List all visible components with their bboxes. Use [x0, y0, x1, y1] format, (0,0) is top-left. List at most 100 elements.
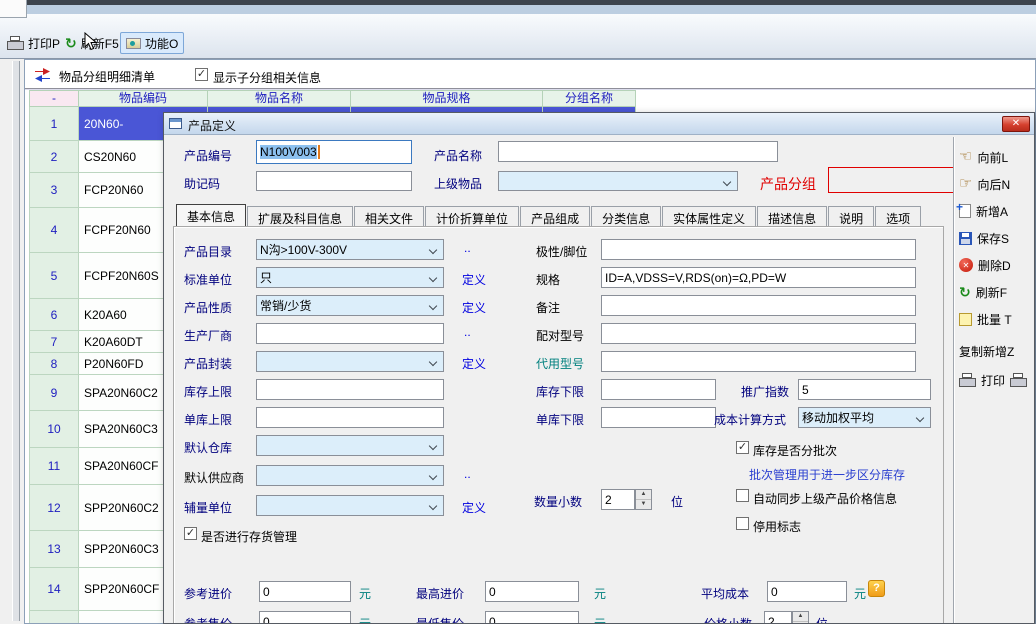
qty-decimal-stepper[interactable]: ▲ ▼	[635, 489, 652, 510]
product-code-input[interactable]: N100V003	[256, 140, 412, 164]
parent-item-combobox[interactable]	[498, 171, 738, 191]
nav-prev-button[interactable]: ☜ 向前L	[959, 148, 1008, 166]
nature-define-link[interactable]: 定义	[462, 299, 486, 316]
manufacturer-input[interactable]	[256, 323, 444, 344]
bin-upper-input[interactable]	[256, 407, 444, 428]
main-toolbar: 打印P ↻ 刷新F5 功能O	[0, 14, 1036, 59]
row-index: 8	[29, 353, 79, 375]
cost-method-combobox[interactable]: 移动加权平均	[798, 407, 931, 428]
batch-stock-checkbox[interactable]: ✓	[736, 441, 749, 454]
stock-lower-input[interactable]	[601, 379, 716, 400]
product-name-input[interactable]	[498, 141, 778, 162]
function-button-label: 功能O	[145, 35, 178, 52]
package-define-link[interactable]: 定义	[462, 355, 486, 372]
show-subgroup-checkbox[interactable]: ✓	[195, 68, 208, 81]
close-icon[interactable]: ✕	[1002, 116, 1030, 132]
delete-button[interactable]: ✕ 删除D	[959, 256, 1011, 274]
function-icon	[126, 38, 141, 49]
copy-add-button[interactable]: 复制新增Z	[959, 342, 1014, 360]
price-decimal-stepper[interactable]: ▲ ▼	[792, 611, 809, 624]
qty-decimal-input[interactable]: 2	[601, 489, 635, 510]
inventory-mgmt-checkbox[interactable]: ✓	[184, 527, 197, 540]
package-combobox[interactable]	[256, 351, 444, 372]
spin-down-icon[interactable]: ▼	[636, 500, 651, 509]
default-warehouse-label: 默认仓库	[184, 439, 232, 456]
polarity-input[interactable]	[601, 239, 916, 260]
tab-description[interactable]: 描述信息	[757, 206, 827, 227]
max-purchase-input[interactable]: 0	[485, 581, 579, 602]
stock-upper-input[interactable]	[256, 379, 444, 400]
yuan-unit: 元	[359, 615, 371, 624]
nav-next-button[interactable]: ☞ 向后N	[959, 175, 1010, 193]
new-page-icon: +	[959, 204, 971, 218]
tab-basic-info[interactable]: 基本信息	[176, 204, 246, 227]
remark-input[interactable]	[601, 295, 916, 316]
chevron-down-icon	[429, 442, 437, 450]
tab-notes[interactable]: 说明	[828, 206, 874, 227]
mouse-cursor	[84, 32, 97, 51]
aux-unit-define-link[interactable]: 定义	[462, 499, 486, 516]
print-button-label: 打印P	[28, 35, 60, 52]
col-header-index[interactable]: -	[29, 90, 79, 107]
product-group-box[interactable]	[828, 167, 954, 193]
price-decimal-input[interactable]: 2	[764, 611, 792, 624]
col-header-code[interactable]: 物品编码	[79, 90, 208, 107]
left-splitter-rail[interactable]	[0, 59, 24, 624]
batch-button[interactable]: 批量 T	[959, 310, 1012, 328]
tab-related-files[interactable]: 相关文件	[354, 206, 424, 227]
row-index: 10	[29, 411, 79, 448]
tab-pricing-unit[interactable]: 计价折算单位	[425, 206, 519, 227]
add-button[interactable]: + 新增A	[959, 202, 1008, 220]
dialog-title-bar[interactable]: 产品定义 ✕	[164, 113, 1034, 135]
spin-up-icon[interactable]: ▲	[636, 490, 651, 500]
tab-classification[interactable]: 分类信息	[591, 206, 661, 227]
promo-index-input[interactable]: 5	[798, 379, 931, 400]
auto-sync-checkbox[interactable]	[736, 489, 749, 502]
bin-lower-input[interactable]	[601, 407, 716, 428]
window-top-strip	[0, 0, 1036, 14]
col-header-group[interactable]: 分组名称	[543, 90, 636, 107]
standard-unit-combobox[interactable]: 只	[256, 267, 444, 288]
manufacturer-label: 生产厂商	[184, 327, 232, 344]
col-header-spec[interactable]: 物品规格	[351, 90, 543, 107]
tab-composition[interactable]: 产品组成	[520, 206, 590, 227]
tab-entity-attributes[interactable]: 实体属性定义	[662, 206, 756, 227]
catalog-combobox[interactable]: N沟>100V-300V	[256, 239, 444, 260]
unit-define-link[interactable]: 定义	[462, 271, 486, 288]
avg-cost-input[interactable]: 0	[767, 581, 847, 602]
nature-combobox[interactable]: 常销/少货	[256, 295, 444, 316]
standard-unit-label: 标准单位	[184, 271, 232, 288]
print-button[interactable]: 打印P	[2, 32, 65, 54]
default-warehouse-combobox[interactable]	[256, 435, 444, 456]
save-button[interactable]: 保存S	[959, 229, 1009, 247]
printer-icon	[7, 36, 24, 50]
default-supplier-combobox[interactable]	[256, 465, 444, 486]
col-header-name[interactable]: 物品名称	[208, 90, 351, 107]
refresh-record-button[interactable]: ↻ 刷新F	[959, 283, 1007, 301]
row-index: 14	[29, 568, 79, 611]
spec-input[interactable]: ID=A,VDSS=V,RDS(on)=Ω,PD=W	[601, 267, 916, 288]
help-icon[interactable]: ?	[868, 580, 885, 597]
substitute-model-input[interactable]	[601, 351, 916, 372]
row-index: 3	[29, 173, 79, 208]
row-index: 13	[29, 531, 79, 568]
ref-sale-input[interactable]: 0	[259, 611, 351, 624]
min-sale-input[interactable]: 0	[485, 611, 579, 624]
catalog-more-link[interactable]: ..	[464, 241, 471, 255]
manufacturer-more-link[interactable]: ..	[464, 325, 471, 339]
aux-unit-combobox[interactable]	[256, 495, 444, 516]
print-record-button[interactable]: 打印	[959, 371, 1027, 389]
ref-purchase-input[interactable]: 0	[259, 581, 351, 602]
mnemonic-input[interactable]	[256, 171, 412, 191]
tab-options[interactable]: 选项	[875, 206, 921, 227]
function-button[interactable]: 功能O	[120, 32, 184, 54]
paired-model-input[interactable]	[601, 323, 916, 344]
yuan-unit: 元	[594, 615, 606, 624]
spin-up-icon[interactable]: ▲	[793, 612, 808, 622]
disabled-flag-checkbox[interactable]	[736, 517, 749, 530]
ref-sale-label: 参考售价	[184, 615, 232, 624]
supplier-more-link[interactable]: ..	[464, 467, 471, 481]
chevron-down-icon	[429, 358, 437, 366]
tab-extended-accounts[interactable]: 扩展及科目信息	[247, 206, 353, 227]
text-caret	[318, 145, 320, 159]
